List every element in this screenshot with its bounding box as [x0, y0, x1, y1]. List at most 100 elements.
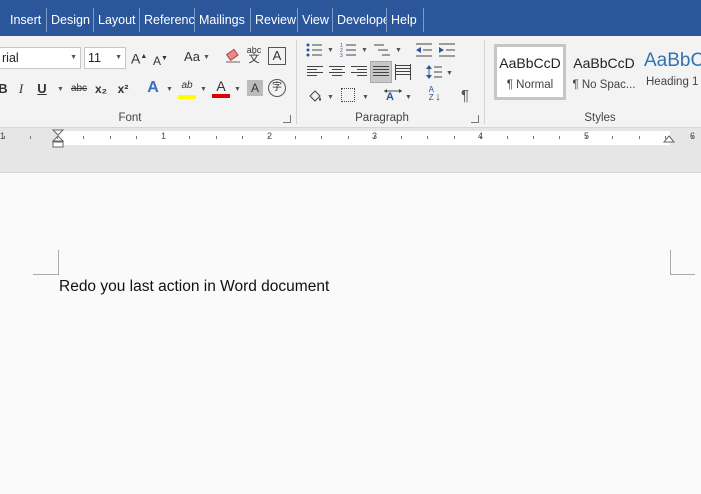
- style-name: Heading 1: [646, 76, 699, 88]
- chevron-down-icon[interactable]: ▼: [115, 48, 122, 68]
- chevron-down-icon[interactable]: ▼: [234, 85, 241, 95]
- shading-button[interactable]: [307, 88, 323, 104]
- chevron-down-icon[interactable]: ▼: [203, 53, 210, 63]
- tab-view[interactable]: View: [298, 8, 332, 32]
- align-left-icon: [307, 66, 323, 76]
- bullets-button[interactable]: [306, 43, 322, 57]
- distributed-button[interactable]: [395, 64, 411, 80]
- align-right-icon: [351, 66, 367, 76]
- chevron-down-icon[interactable]: ▼: [361, 46, 368, 56]
- character-shading-button[interactable]: A: [247, 80, 263, 96]
- subscript-icon: x₂: [94, 82, 107, 96]
- phonetic-guide-button[interactable]: abc 文: [245, 46, 263, 65]
- justify-button[interactable]: [370, 61, 392, 83]
- clear-formatting-button[interactable]: [224, 48, 242, 68]
- tab-developer[interactable]: Develope: [333, 8, 386, 32]
- style-no-spacing[interactable]: AaBbCcD ¶ No Spac...: [568, 44, 640, 100]
- bullets-icon: [306, 43, 322, 57]
- ruler-tick: [533, 136, 534, 139]
- chevron-down-icon[interactable]: ▼: [327, 46, 334, 56]
- grow-font-button[interactable]: A▲: [131, 49, 147, 67]
- ruler-tick: [665, 136, 666, 139]
- increase-indent-button[interactable]: [439, 43, 455, 57]
- ruler-tick: [507, 136, 508, 139]
- font-group-label: Font: [118, 112, 142, 124]
- chevron-down-icon[interactable]: ▼: [362, 93, 369, 103]
- font-color-button[interactable]: A: [212, 78, 230, 98]
- tab-help[interactable]: Help: [387, 8, 423, 32]
- enclose-characters-button[interactable]: 字: [268, 79, 286, 97]
- increase-indent-icon: [439, 43, 455, 57]
- highlight-button[interactable]: ab: [178, 78, 196, 99]
- ruler-tick: [189, 136, 190, 139]
- chevron-down-icon[interactable]: ▼: [166, 85, 173, 95]
- borders-button[interactable]: [341, 88, 355, 102]
- tab-review[interactable]: Review: [251, 8, 297, 32]
- superscript-button[interactable]: x²: [115, 81, 131, 97]
- font-name-combo[interactable]: rial ▼: [0, 47, 81, 69]
- text-effects-icon: A: [147, 79, 159, 96]
- font-dialog-launcher-icon[interactable]: [283, 115, 291, 123]
- chevron-down-icon[interactable]: ▼: [70, 48, 77, 68]
- asian-layout-button[interactable]: A: [384, 88, 402, 104]
- line-spacing-button[interactable]: [426, 64, 442, 80]
- character-border-button[interactable]: A: [268, 47, 286, 65]
- chevron-down-icon[interactable]: ▼: [200, 85, 207, 95]
- document-page[interactable]: [0, 172, 701, 494]
- document-text[interactable]: Redo you last action in Word document: [59, 278, 329, 296]
- ruler-tick: [216, 136, 217, 139]
- shrink-font-button[interactable]: A▼: [153, 51, 168, 69]
- align-center-button[interactable]: [329, 66, 345, 79]
- tab-layout[interactable]: Layout: [94, 8, 139, 32]
- horizontal-ruler[interactable]: 1 1 2 3 4 5 6: [0, 128, 701, 148]
- subscript-button[interactable]: x₂: [93, 81, 109, 97]
- sort-button[interactable]: A Z ↓: [426, 86, 442, 103]
- tab-insert[interactable]: Insert: [6, 8, 46, 32]
- chevron-down-icon[interactable]: ▼: [446, 69, 453, 79]
- align-center-icon: [329, 66, 345, 76]
- underline-button[interactable]: U: [36, 81, 48, 97]
- bold-icon: B: [0, 81, 8, 96]
- chevron-down-icon[interactable]: ▼: [395, 46, 402, 56]
- style-sample: AaBbCcD: [499, 55, 561, 71]
- highlighter-icon: ab: [181, 80, 193, 91]
- tab-mailings[interactable]: Mailings: [195, 8, 250, 32]
- text-effects-button[interactable]: A: [145, 80, 161, 96]
- show-formatting-button[interactable]: ¶: [458, 88, 472, 104]
- chevron-down-icon[interactable]: ▼: [327, 93, 334, 103]
- ruler-tick: [321, 136, 322, 139]
- style-normal[interactable]: AaBbCcD ¶ Normal: [494, 44, 566, 100]
- chevron-down-icon[interactable]: ▼: [405, 93, 412, 103]
- align-right-button[interactable]: [351, 66, 367, 79]
- style-name: ¶ No Spac...: [572, 79, 636, 91]
- ruler-tick: [268, 136, 269, 139]
- ruler-tick: [454, 136, 455, 139]
- chevron-down-icon[interactable]: ▼: [57, 85, 64, 95]
- italic-button[interactable]: I: [16, 81, 26, 97]
- font-color-icon: A: [216, 78, 226, 94]
- numbering-icon: 1 2 3: [340, 43, 356, 59]
- ruler-tick: [559, 136, 560, 139]
- tab-design[interactable]: Design: [47, 8, 93, 32]
- paragraph-dialog-launcher-icon[interactable]: [471, 115, 479, 123]
- ruler-tick: [639, 136, 640, 139]
- superscript-icon: x²: [117, 82, 129, 96]
- character-border-icon: A: [272, 48, 282, 63]
- change-case-icon: Aa: [184, 49, 200, 64]
- change-case-button[interactable]: Aa: [182, 49, 202, 65]
- style-heading-1[interactable]: AaBbC Heading 1: [642, 44, 701, 100]
- paragraph-group-label: Paragraph: [355, 112, 409, 124]
- multilevel-list-button[interactable]: [374, 43, 390, 57]
- font-size-combo[interactable]: 11 ▼: [84, 47, 126, 69]
- numbering-button[interactable]: 1 2 3: [340, 43, 356, 59]
- decrease-indent-button[interactable]: [416, 43, 432, 57]
- tab-references[interactable]: Referenc: [140, 8, 194, 32]
- decrease-indent-icon: [416, 43, 432, 57]
- align-left-button[interactable]: [307, 66, 323, 79]
- margin-mark-left: [33, 274, 58, 275]
- group-separator: [296, 40, 297, 124]
- italic-icon: I: [18, 81, 24, 96]
- bold-button[interactable]: B: [0, 81, 9, 97]
- indent-marker-icon[interactable]: [52, 129, 64, 149]
- strikethrough-button[interactable]: abc: [69, 81, 89, 97]
